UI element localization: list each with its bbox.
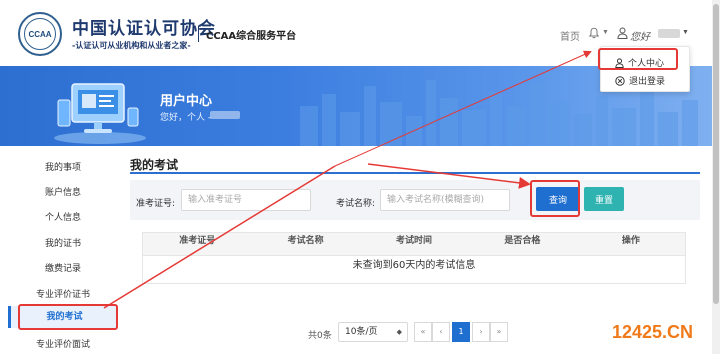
- username-redacted: [658, 29, 680, 38]
- nav-home-link[interactable]: 首页: [560, 28, 580, 43]
- sidebar-item-personal-info[interactable]: 个人信息: [4, 210, 122, 223]
- sidebar-item-professional-certificates[interactable]: 专业评价证书: [4, 287, 122, 300]
- page-size-select[interactable]: 10条/页 ◆: [338, 322, 408, 342]
- logo-text: CCAA: [24, 18, 56, 50]
- logout-icon: [615, 75, 625, 86]
- sidebar-item-my-tasks[interactable]: 我的事项: [4, 160, 122, 173]
- column-exam-name: 考试名称: [287, 236, 324, 246]
- bell-icon[interactable]: [588, 27, 600, 39]
- org-slogan: -认证认可从业机构和从业者之家-: [72, 41, 191, 50]
- column-actions: 操作: [621, 236, 640, 246]
- next-page-button[interactable]: ›: [472, 322, 490, 342]
- platform-name: CCAA综合服务平台: [206, 31, 297, 42]
- profile-highlight-box: [598, 48, 678, 70]
- header-divider: [198, 26, 199, 42]
- page-title: 我的考试: [130, 158, 179, 172]
- pagination-total: 共0条: [308, 331, 332, 341]
- sidebar-item-professional-interview[interactable]: 专业评价面试: [4, 337, 122, 350]
- sidebar-item-account-info[interactable]: 账户信息: [4, 185, 122, 198]
- org-name: 中国认证认可协会: [72, 19, 216, 39]
- my-exams-highlight-box: [18, 304, 118, 330]
- banner-greeting: 您好，个人 -: [160, 113, 212, 123]
- site-watermark: 12425.CN: [612, 322, 694, 342]
- current-page-button[interactable]: 1: [452, 322, 470, 342]
- first-page-button[interactable]: «: [414, 322, 432, 342]
- ccaa-logo[interactable]: CCAA: [18, 12, 62, 56]
- prev-page-button[interactable]: ‹: [432, 322, 450, 342]
- exam-name-label: 考试名称:: [336, 199, 376, 209]
- last-page-button[interactable]: »: [490, 322, 508, 342]
- exam-table: 准考证号 考试名称 考试时间 是否合格 操作 未查询到60天内的考试信息: [142, 232, 686, 284]
- table-header: 准考证号 考试名称 考试时间 是否合格 操作: [142, 232, 686, 256]
- page-size-value: 10条/页: [345, 327, 378, 337]
- banner-title: 用户中心: [160, 94, 213, 109]
- page: CCAA 中国认证认可协会 -认证认可从业机构和从业者之家- CCAA综合服务平…: [0, 0, 720, 354]
- menu-item-logout[interactable]: 退出登录: [615, 74, 665, 87]
- ticket-number-input[interactable]: [181, 189, 311, 211]
- sidebar-item-payment-records[interactable]: 缴费记录: [4, 261, 122, 274]
- scrollbar-thumb[interactable]: [713, 4, 719, 304]
- exam-name-input[interactable]: [380, 189, 510, 211]
- user-icon[interactable]: [617, 27, 628, 39]
- title-underline: [130, 172, 700, 174]
- chevron-down-icon[interactable]: ▼: [602, 29, 609, 36]
- user-greeting[interactable]: 您好: [630, 28, 650, 43]
- query-highlight-box: [530, 180, 580, 217]
- column-exam-time: 考试时间: [396, 236, 433, 246]
- empty-table-message: 未查询到60天内的考试信息: [142, 256, 686, 284]
- updown-icon: ◆: [396, 328, 402, 336]
- ticket-number-label: 准考证号:: [136, 199, 176, 209]
- account-name-redacted: [210, 111, 240, 119]
- reset-button[interactable]: 重置: [584, 187, 624, 211]
- column-ticket-number: 准考证号: [179, 236, 216, 246]
- sidebar-item-my-certificates[interactable]: 我的证书: [4, 236, 122, 249]
- page-scrollbar[interactable]: [712, 0, 720, 354]
- menu-item-logout-label: 退出登录: [629, 77, 666, 87]
- chevron-down-icon[interactable]: ▼: [682, 29, 689, 36]
- column-passed: 是否合格: [504, 236, 541, 246]
